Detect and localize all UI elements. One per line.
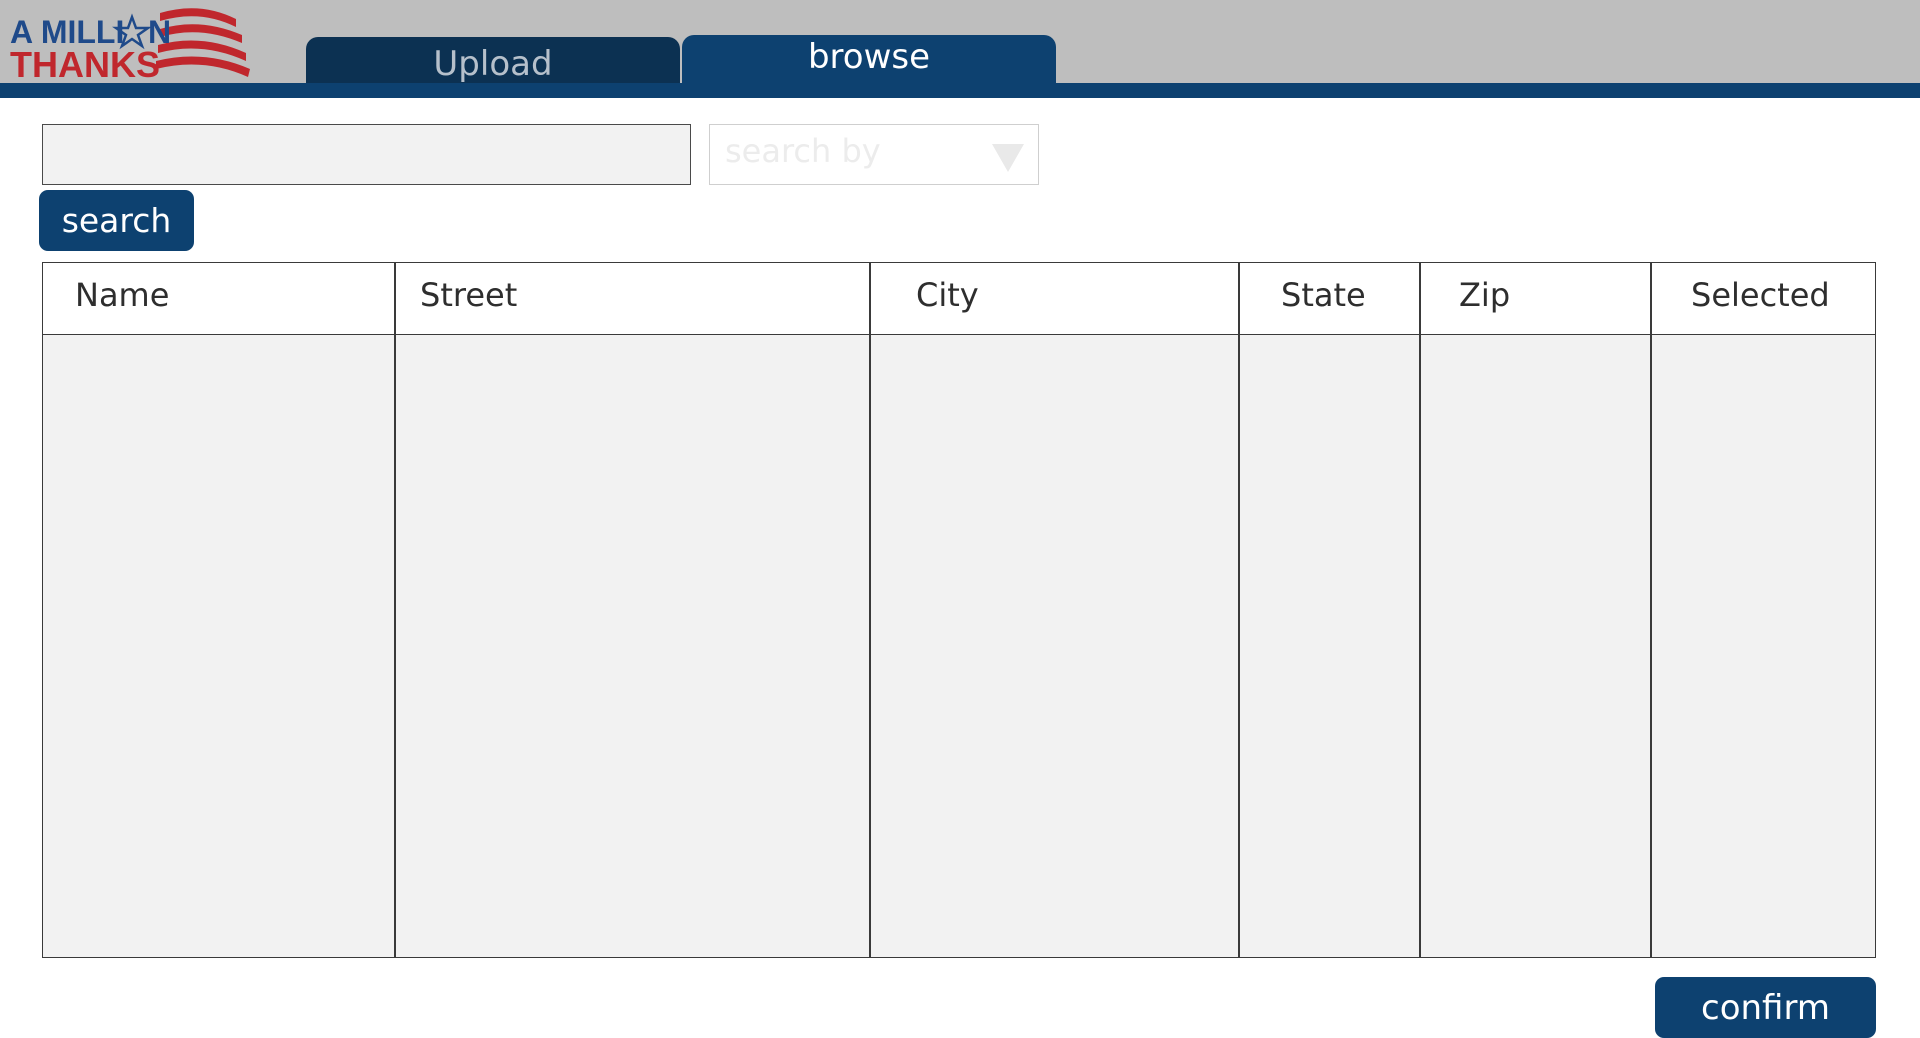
table-body [43, 335, 1875, 957]
app-logo[interactable]: A MILLI N THANKS [10, 3, 250, 81]
search-by-placeholder: search by [725, 132, 881, 170]
column-divider [1238, 263, 1240, 957]
search-input[interactable] [42, 124, 691, 185]
column-divider [394, 263, 396, 957]
logo-text-line2: THANKS [10, 44, 160, 81]
tab-upload[interactable]: Upload [306, 37, 680, 84]
header-divider [0, 83, 1920, 98]
column-divider [1419, 263, 1421, 957]
search-by-dropdown[interactable]: search by [709, 124, 1039, 185]
results-table: Name Street City State Zip Selected [42, 262, 1876, 958]
column-divider [1650, 263, 1652, 957]
dropdown-arrow-icon [992, 144, 1024, 172]
column-header-zip[interactable]: Zip [1459, 263, 1510, 333]
column-header-state[interactable]: State [1281, 263, 1366, 333]
tab-browse[interactable]: browse [682, 35, 1056, 84]
confirm-button[interactable]: confirm [1655, 977, 1876, 1038]
column-divider [869, 263, 871, 957]
page: A MILLI N THANKS Upload browse search by… [0, 0, 1920, 1038]
search-button[interactable]: search [39, 190, 194, 251]
column-header-selected[interactable]: Selected [1691, 263, 1830, 333]
column-header-street[interactable]: Street [420, 263, 517, 333]
column-header-name[interactable]: Name [75, 263, 169, 333]
header-bar: A MILLI N THANKS Upload browse [0, 0, 1920, 84]
column-header-city[interactable]: City [916, 263, 979, 333]
table-header: Name Street City State Zip Selected [43, 263, 1875, 335]
